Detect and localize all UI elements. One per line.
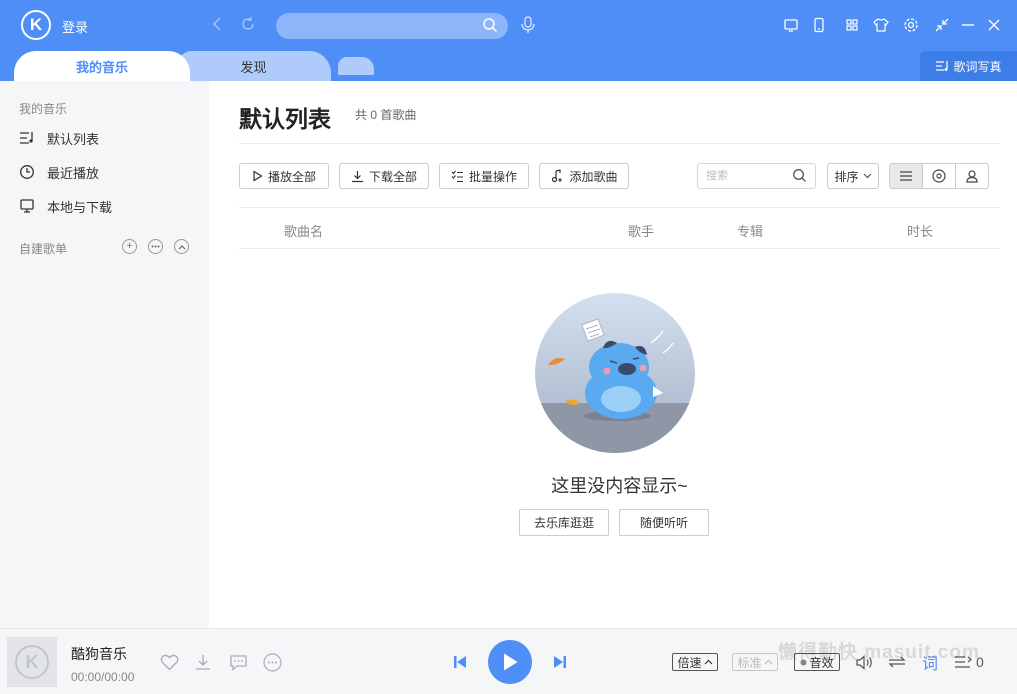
sidebar-item-label: 最近播放: [47, 165, 100, 181]
list-view-icon[interactable]: [890, 164, 923, 188]
play-all-label: 播放全部: [267, 169, 316, 184]
main-panel: 默认列表 共 0 首歌曲 播放全部 下载全部 批量操作 添加歌曲 排序: [239, 81, 1000, 628]
quality-label: 标准: [737, 655, 762, 670]
add-music-icon: [552, 169, 563, 183]
divider: [239, 248, 1000, 249]
play-icon: [504, 653, 518, 671]
divider: [239, 207, 1000, 208]
playlist-search: [697, 163, 816, 189]
sidebar-item-local[interactable]: 本地与下载: [19, 196, 112, 216]
back-icon[interactable]: [207, 14, 227, 34]
chevron-up-icon: [704, 659, 712, 665]
album-cover[interactable]: K: [7, 637, 57, 687]
custom-playlists-title: 自建歌单: [19, 242, 68, 256]
watermark: 懒得勤快 masuit.com: [778, 642, 980, 663]
lyric-photo-label: 歌词写真: [953, 59, 1002, 74]
comment-icon[interactable]: [228, 652, 248, 672]
playlist-icon: [20, 132, 33, 144]
tab-discover[interactable]: 发现: [176, 51, 331, 81]
quality-button[interactable]: 标准: [732, 653, 778, 671]
tab-discover-label: 发现: [240, 59, 267, 75]
tab-extra[interactable]: [338, 57, 374, 75]
close-icon[interactable]: [985, 16, 1003, 34]
apps-icon[interactable]: [843, 16, 861, 34]
play-time: 00:00/00:00: [71, 670, 135, 684]
column-album[interactable]: 专辑: [737, 221, 763, 240]
batch-operation-label: 批量操作: [468, 169, 517, 184]
chevron-up-icon: [764, 659, 772, 665]
add-song-label: 添加歌曲: [569, 169, 618, 184]
download-icon: [351, 170, 363, 182]
mini-mode-icon[interactable]: [933, 16, 951, 34]
lyric-photo-icon: [936, 61, 949, 71]
column-duration[interactable]: 时长: [907, 221, 933, 240]
chevron-down-icon: [863, 173, 871, 179]
empty-illustration: [535, 293, 695, 453]
speed-label: 倍速: [677, 655, 702, 670]
download-icon[interactable]: [193, 652, 213, 672]
skin-icon[interactable]: [872, 16, 890, 34]
global-search: [276, 13, 508, 39]
browse-library-button[interactable]: 去乐库逛逛: [519, 509, 609, 536]
play-all-button[interactable]: 播放全部: [239, 163, 329, 189]
lyric-photo-button[interactable]: 歌词写真: [920, 51, 1017, 81]
playlist-search-input[interactable]: [706, 164, 786, 188]
download-all-button[interactable]: 下载全部: [339, 163, 429, 189]
song-count: 共 0 首歌曲: [355, 108, 417, 122]
next-icon[interactable]: [550, 652, 570, 672]
random-listen-button[interactable]: 随便听听: [619, 509, 709, 536]
batch-operation-button[interactable]: 批量操作: [439, 163, 529, 189]
column-artist[interactable]: 歌手: [628, 221, 654, 240]
checklist-icon: [451, 170, 463, 182]
minimize-icon[interactable]: [959, 16, 977, 34]
search-icon[interactable]: [792, 168, 807, 186]
add-playlist-icon[interactable]: +: [122, 239, 137, 254]
sidebar-section-title: 我的音乐: [19, 102, 68, 116]
play-icon: [253, 170, 263, 182]
global-search-input[interactable]: [288, 13, 478, 39]
play-button[interactable]: [488, 640, 532, 684]
divider: [239, 143, 1000, 144]
tab-my-music[interactable]: 我的音乐: [14, 51, 190, 81]
heart-icon[interactable]: [159, 652, 179, 672]
album-view-icon[interactable]: [923, 164, 956, 188]
sidebar: 我的音乐 默认列表 最近播放 本地与下载 自建歌单 +: [0, 81, 209, 628]
search-icon[interactable]: [482, 17, 498, 36]
sidebar-item-recent[interactable]: 最近播放: [19, 162, 99, 182]
settings-icon[interactable]: [902, 16, 920, 34]
page-title: 默认列表: [239, 106, 331, 132]
login-link[interactable]: 登录: [62, 17, 88, 36]
view-toggle: [889, 163, 989, 189]
add-song-button[interactable]: 添加歌曲: [539, 163, 629, 189]
more-icon[interactable]: [262, 652, 282, 672]
player-bar: K 酷狗音乐 00:00/00:00 倍速 标准 音效 词 0 懒得勤快 mas…: [0, 628, 1017, 694]
sidebar-item-label: 本地与下载: [47, 199, 113, 215]
cover-logo: K: [15, 645, 49, 679]
title-bar: K 登录 发现 我的音乐 歌词写真: [0, 0, 1017, 81]
monitor-icon: [20, 199, 34, 213]
sidebar-item-label: 默认列表: [47, 131, 100, 147]
artist-view-icon[interactable]: [956, 164, 988, 188]
more-icon[interactable]: [148, 239, 163, 254]
collapse-icon[interactable]: [174, 239, 189, 254]
tab-my-music-label: 我的音乐: [75, 59, 128, 75]
kugou-logo[interactable]: K: [21, 10, 51, 40]
sidebar-item-default-list[interactable]: 默认列表: [19, 128, 99, 148]
sort-label: 排序: [834, 169, 859, 184]
empty-state-text: 这里没内容显示~: [551, 476, 688, 496]
speed-button[interactable]: 倍速: [672, 653, 718, 671]
clock-icon: [20, 165, 34, 179]
column-song-name[interactable]: 歌曲名: [284, 221, 323, 240]
sort-dropdown[interactable]: 排序: [827, 163, 879, 189]
voice-search-icon[interactable]: [519, 14, 537, 39]
download-all-label: 下载全部: [368, 169, 417, 184]
mobile-icon[interactable]: [810, 16, 828, 34]
previous-icon[interactable]: [450, 652, 470, 672]
song-title[interactable]: 酷狗音乐: [71, 644, 127, 664]
refresh-icon[interactable]: [238, 14, 258, 34]
desktop-mode-icon[interactable]: [782, 16, 800, 34]
